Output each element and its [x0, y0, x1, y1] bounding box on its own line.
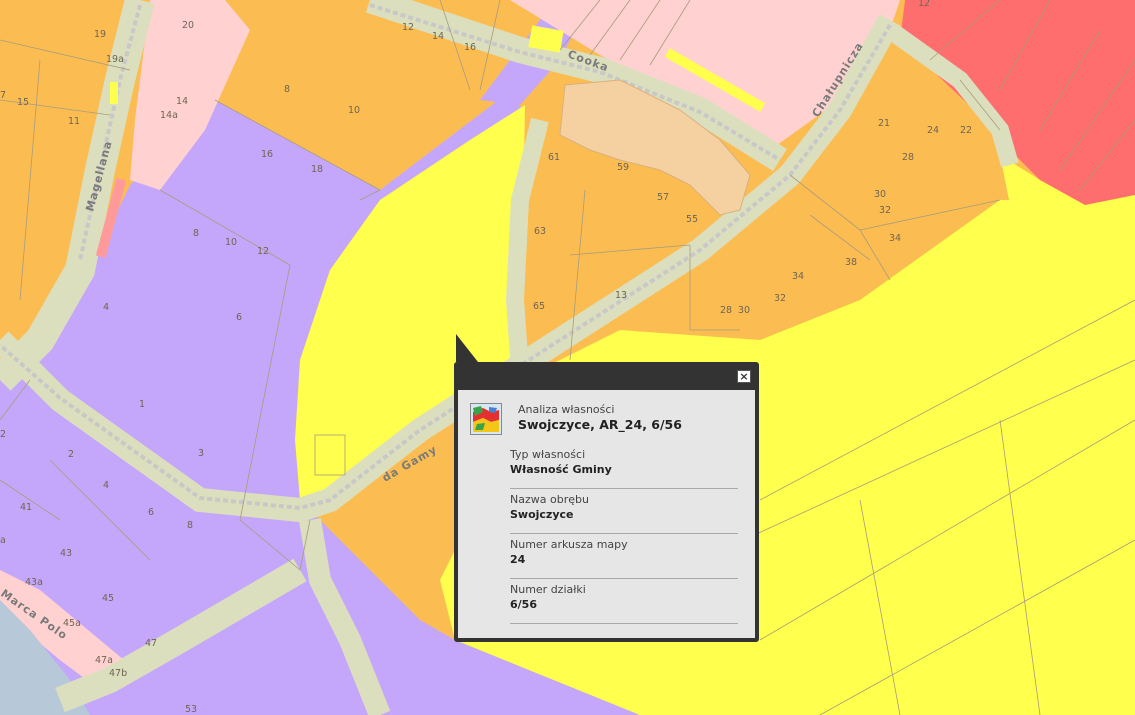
parcel-number-label: 18 [311, 164, 323, 175]
parcel-number-label: 53 [185, 704, 197, 715]
parcel-number-label: 14 [432, 31, 444, 42]
parcel-number-label: 28 [902, 152, 914, 163]
parcel-number-label: 16 [464, 42, 476, 53]
popup-subtitle: Analiza własności [518, 403, 615, 416]
parcel-number-label: 47b [109, 668, 127, 679]
parcel-number-label: 41 [20, 502, 32, 513]
parcel-number-label: 3 [198, 448, 204, 459]
parcel-number-label: 32 [774, 293, 786, 304]
popup-frame: × Analiza własności Swojczyce, AR_24, 6/… [454, 362, 759, 642]
parcel-number-label: 28 [720, 305, 732, 316]
field-map-sheet-number: Numer arkusza mapy 24 [510, 534, 738, 579]
close-button[interactable]: × [737, 370, 751, 383]
parcel-number-label: 14 [176, 96, 188, 107]
info-popup: × Analiza własności Swojczyce, AR_24, 6/… [454, 334, 759, 642]
parcel-number-label: 45a [63, 618, 81, 629]
parcel-number-label: 15 [17, 97, 29, 108]
parcel-number-label: 24 [927, 125, 939, 136]
parcel-number-label: 30 [738, 305, 750, 316]
parcel-number-label: 6 [236, 312, 242, 323]
popup-header: Analiza własności Swojczyce, AR_24, 6/56 [468, 401, 753, 437]
field-value: 6/56 [510, 598, 537, 611]
parcel-number-label: 12 [402, 22, 414, 33]
parcel-number-label: 13 [615, 290, 627, 301]
field-label: Numer arkusza mapy [510, 538, 628, 551]
parcel-number-label: a [0, 535, 6, 546]
parcel-number-label: 16 [261, 149, 273, 160]
parcel-number-label: 65 [533, 301, 545, 312]
field-parcel-number: Numer działki 6/56 [510, 579, 738, 624]
parcel-number-label: 11 [68, 116, 80, 127]
parcel-number-label: 57 [657, 192, 669, 203]
popup-title: Swojczyce, AR_24, 6/56 [518, 417, 682, 432]
parcel-number-label: 12 [257, 246, 269, 257]
popup-pointer [456, 334, 478, 362]
popup-content: Analiza własności Swojczyce, AR_24, 6/56… [458, 390, 755, 638]
parcel-number-label: 12 [918, 0, 930, 9]
field-label: Typ własności [510, 448, 586, 461]
parcel-number-label: 20 [182, 20, 194, 31]
field-label: Numer działki [510, 583, 586, 596]
field-value: Swojczyce [510, 508, 574, 521]
parcel-number-label: 4 [103, 480, 109, 491]
parcel-number-label: 21 [878, 118, 890, 129]
parcel-number-label: 30 [874, 189, 886, 200]
parcel-number-label: 10 [225, 237, 237, 248]
field-label: Nazwa obrębu [510, 493, 589, 506]
parcel-number-label: 34 [889, 233, 901, 244]
parcel-number-label: 45 [102, 593, 114, 604]
parcel-number-label: 55 [686, 214, 698, 225]
parcel-number-label: 32 [879, 205, 891, 216]
field-value: 24 [510, 553, 526, 566]
attribute-list: Typ własności Własność Gminy Nazwa obręb… [510, 444, 738, 624]
field-ownership-type: Typ własności Własność Gminy [510, 444, 738, 489]
parcel-number-label: 8 [187, 520, 193, 531]
parcel-number-label: 14a [160, 110, 178, 121]
parcel-number-label: 1 [139, 399, 145, 410]
parcel-number-label: 19a [106, 54, 124, 65]
parcel-number-label: 4 [103, 302, 109, 313]
parcel-number-label: 10 [348, 105, 360, 116]
parcel-number-label: 61 [548, 152, 560, 163]
parcel-number-label: 47a [95, 655, 113, 666]
parcel-number-label: 8 [193, 228, 199, 239]
parcel-number-label: 19 [94, 29, 106, 40]
parcel-number-label: 8 [284, 84, 290, 95]
parcel-number-label: 43a [25, 577, 43, 588]
parcel-number-label: 47 [145, 638, 157, 649]
parcel-number-label: 43 [60, 548, 72, 559]
yellow-patch-3 [110, 82, 118, 104]
field-value: Własność Gminy [510, 463, 612, 476]
parcel-number-label: 7 [0, 90, 6, 101]
ownership-layer-icon [470, 403, 502, 435]
parcel-number-label: 6 [148, 507, 154, 518]
parcel-number-label: 2 [0, 429, 6, 440]
parcel-number-label: 38 [845, 257, 857, 268]
parcel-number-label: 2 [68, 449, 74, 460]
field-precinct-name: Nazwa obrębu Swojczyce [510, 489, 738, 534]
parcel-number-label: 34 [792, 271, 804, 282]
popup-titlebar: × [456, 364, 757, 388]
parcel-number-label: 22 [960, 125, 972, 136]
parcel-number-label: 63 [534, 226, 546, 237]
parcel-number-label: 59 [617, 162, 629, 173]
